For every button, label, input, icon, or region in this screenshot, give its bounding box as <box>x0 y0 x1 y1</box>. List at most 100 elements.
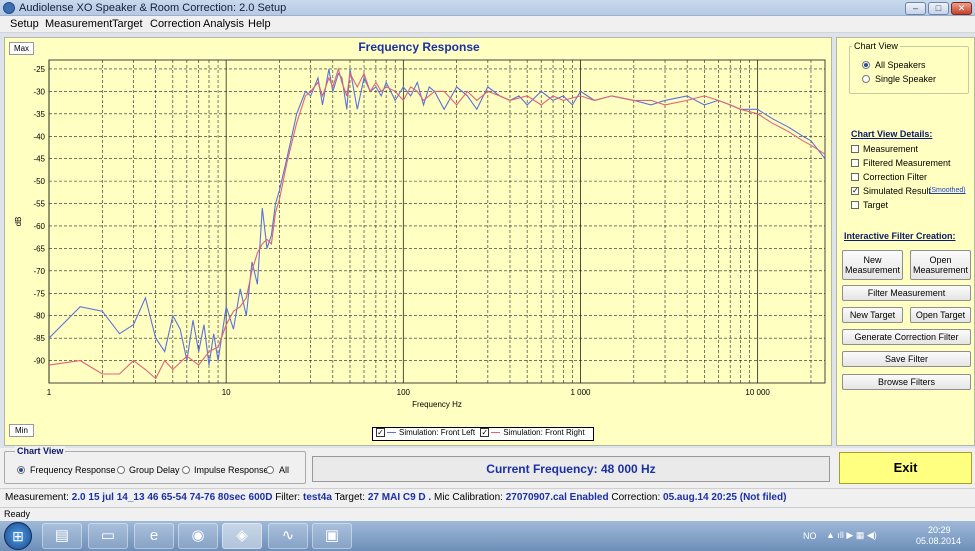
interactive-filter-header: Interactive Filter Creation: <box>844 231 956 241</box>
all-speakers-radio[interactable] <box>862 61 870 69</box>
all-label[interactable]: All <box>279 465 289 475</box>
x-tick-label: 100 <box>397 388 411 397</box>
impulse-response-label[interactable]: Impulse Response <box>194 465 269 475</box>
frequency-response-chart[interactable]: -25 -30 -35 -40 -45 -50 -55 -60 -65 -70 -75 -80 -85 -… <box>5 38 833 447</box>
y-tick-label: -65 <box>33 244 45 253</box>
filter-info-label: Filter: <box>275 492 301 503</box>
new-target-button[interactable]: New Target <box>842 307 903 323</box>
start-button[interactable]: ⊞ <box>4 522 32 550</box>
taskbar-audiolense-icon[interactable]: ◈ <box>222 523 262 549</box>
chart-view-details-header: Chart View Details: <box>851 129 933 139</box>
menu-bar: Setup Measurement Target Correction Anal… <box>0 16 975 33</box>
legend-front-left-swatch <box>387 432 396 434</box>
chart-legend: ✓ Simulation: Front Left ✓ Simulation: Fro… <box>372 427 594 441</box>
y-tick-label: -35 <box>33 110 45 119</box>
taskbar-browser-icon[interactable]: e <box>134 523 174 549</box>
all-radio[interactable] <box>266 466 274 474</box>
single-speaker-label[interactable]: Single Speaker <box>875 74 936 84</box>
min-button[interactable]: Min <box>9 424 34 437</box>
taskbar-save-icon[interactable]: ▣ <box>312 523 352 549</box>
group-delay-label[interactable]: Group Delay <box>129 465 180 475</box>
open-target-button[interactable]: Open Target <box>910 307 971 323</box>
filtered-measurement-label[interactable]: Filtered Measurement <box>863 158 951 168</box>
target-info-label: Target: <box>334 492 366 503</box>
menu-correction[interactable]: Correction <box>150 18 201 30</box>
close-button[interactable]: ✕ <box>951 2 972 15</box>
y-tick-label: -75 <box>33 289 45 298</box>
legend-front-right-checkbox[interactable]: ✓ <box>480 428 490 438</box>
y-tick-label: -55 <box>33 200 45 209</box>
measurement-checkbox[interactable] <box>851 145 859 153</box>
legend-front-right-label: Simulation: Front Right <box>503 428 585 437</box>
taskbar-media-icon[interactable]: ◉ <box>178 523 218 549</box>
side-panel: Chart View All Speakers Single Speaker C… <box>836 37 975 446</box>
chart-view-group: Chart View All Speakers Single Speaker <box>849 41 969 94</box>
correction-filter-label[interactable]: Correction Filter <box>863 172 927 182</box>
clock-date[interactable]: 05.08.2014 <box>916 536 961 546</box>
measurement-info-value: 2.0 15 jul 14_13 46 65-54 74-76 80sec 60… <box>71 492 273 503</box>
correction-info-value: 05.aug.14 20:25 (Not filed) <box>663 492 787 503</box>
info-bar: Measurement: 2.0 15 jul 14_13 46 65-54 7… <box>0 488 975 507</box>
x-axis-label: Frequency Hz <box>412 400 462 409</box>
target-option-label[interactable]: Target <box>863 200 888 210</box>
taskbar-wave-icon[interactable]: ∿ <box>268 523 308 549</box>
maximize-button[interactable]: □ <box>928 2 949 15</box>
y-tick-label: -85 <box>33 334 45 343</box>
menu-setup[interactable]: Setup <box>10 18 39 30</box>
all-speakers-label[interactable]: All Speakers <box>875 60 926 70</box>
filter-info-value: test4a <box>302 492 332 503</box>
taskbar-folder-icon[interactable]: ▭ <box>88 523 128 549</box>
legend-front-left-checkbox[interactable]: ✓ <box>376 428 385 438</box>
exit-button[interactable]: Exit <box>839 452 972 484</box>
menu-analysis[interactable]: Analysis <box>203 18 244 30</box>
status-text: Ready <box>4 509 31 519</box>
frequency-response-label[interactable]: Frequency Response <box>30 465 116 475</box>
system-tray-icons[interactable]: ▲ ıll ▶ ▦ ◀) <box>826 530 877 541</box>
chart-view-options-label: Chart View <box>15 446 66 456</box>
mic-info-value: 27070907.cal Enabled <box>505 492 609 503</box>
simulated-result-checkbox[interactable]: ✓ <box>851 187 859 195</box>
max-button[interactable]: Max <box>9 42 34 55</box>
y-tick-label: -80 <box>33 312 45 321</box>
chart-view-options-group: Chart View Frequency Response Group Dela… <box>4 446 306 484</box>
smoothed-link[interactable]: (Smoothed) <box>929 187 966 194</box>
impulse-response-radio[interactable] <box>182 466 190 474</box>
y-tick-label: -50 <box>33 177 45 186</box>
window-title: Audiolense XO Speaker & Room Correction:… <box>19 2 287 14</box>
legend-front-left-label: Simulation: Front Left <box>399 428 476 437</box>
simulated-result-label[interactable]: Simulated Result <box>863 186 931 196</box>
title-bar: Audiolense XO Speaker & Room Correction:… <box>0 0 975 16</box>
menu-target[interactable]: Target <box>112 18 143 30</box>
correction-info-label: Correction: <box>611 492 661 503</box>
new-measurement-button[interactable]: New Measurement <box>842 250 903 280</box>
filter-measurement-button[interactable]: Filter Measurement <box>842 285 971 301</box>
browse-filters-button[interactable]: Browse Filters <box>842 374 971 390</box>
y-tick-label: -60 <box>33 222 45 231</box>
taskbar: ⊞ ▤ ▭ e ◉ ◈ ∿ ▣ NO ▲ ıll ▶ ▦ ◀) 20:29 05… <box>0 521 975 551</box>
target-checkbox[interactable] <box>851 201 859 209</box>
minimize-button[interactable]: – <box>905 2 926 15</box>
measurement-option-label[interactable]: Measurement <box>863 144 918 154</box>
y-tick-label: -30 <box>33 87 45 96</box>
correction-filter-checkbox[interactable] <box>851 173 859 181</box>
y-tick-label: -25 <box>33 65 45 74</box>
chart-title: Frequency Response <box>358 40 480 54</box>
mic-info-label: Mic Calibration: <box>434 492 503 503</box>
language-indicator[interactable]: NO <box>803 531 817 541</box>
x-tick-label: 1 000 <box>570 388 591 397</box>
x-tick-label: 10 000 <box>745 388 770 397</box>
frequency-response-radio[interactable] <box>17 466 25 474</box>
open-measurement-button[interactable]: Open Measurement <box>910 250 971 280</box>
taskbar-tool-icon[interactable]: ▤ <box>42 523 82 549</box>
single-speaker-radio[interactable] <box>862 75 870 83</box>
menu-help[interactable]: Help <box>248 18 271 30</box>
chart-panel[interactable]: -25 -30 -35 -40 -45 -50 -55 -60 -65 -70 -75 -80 -85 -… <box>4 37 832 446</box>
clock-time[interactable]: 20:29 <box>928 525 951 535</box>
menu-measurement[interactable]: Measurement <box>45 18 112 30</box>
app-icon <box>3 2 15 14</box>
save-filter-button[interactable]: Save Filter <box>842 351 971 367</box>
group-delay-radio[interactable] <box>117 466 125 474</box>
generate-correction-filter-button[interactable]: Generate Correction Filter <box>842 329 971 345</box>
plot-area <box>48 59 826 384</box>
filtered-measurement-checkbox[interactable] <box>851 159 859 167</box>
